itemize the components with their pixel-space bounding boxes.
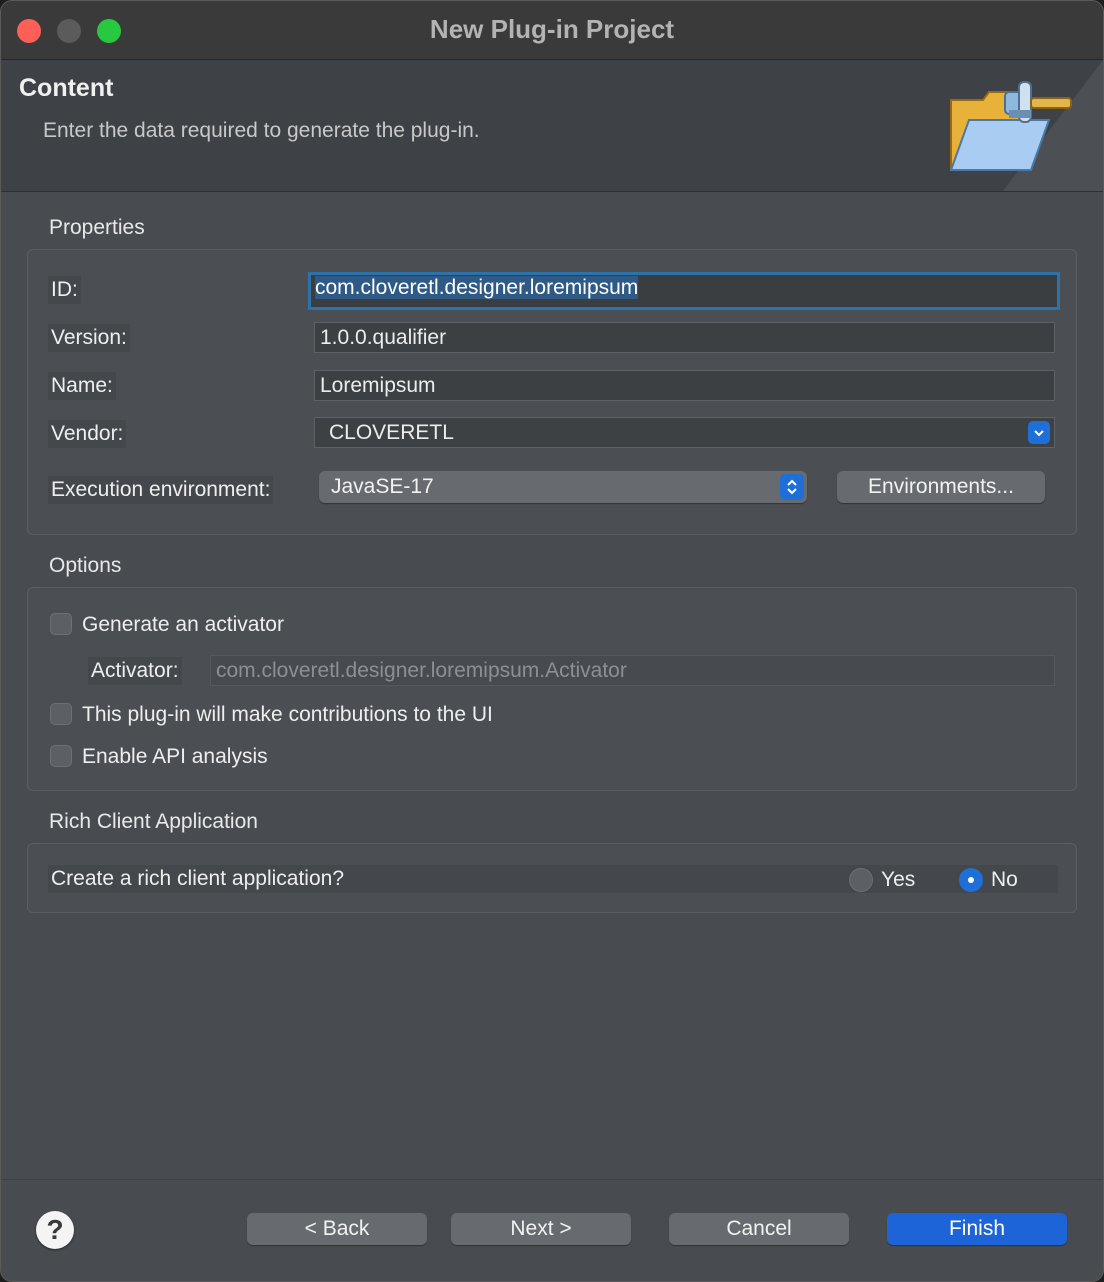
generate-activator-label[interactable]: Generate an activator xyxy=(82,613,284,637)
page-title: Content xyxy=(19,74,114,102)
rca-no-radio[interactable] xyxy=(959,868,983,892)
id-label: ID: xyxy=(48,276,81,304)
footer-divider xyxy=(1,1179,1103,1180)
activator-label: Activator: xyxy=(88,657,182,685)
execution-environment-label: Execution environment: xyxy=(48,476,274,504)
options-section-label: Options xyxy=(49,554,122,577)
name-input[interactable]: Loremipsum xyxy=(314,370,1055,401)
id-value: com.cloveretl.designer.loremipsum xyxy=(315,276,639,299)
plugin-folder-icon xyxy=(949,60,1103,191)
rca-yes-radio[interactable] xyxy=(849,868,873,892)
dialog-window: New Plug-in Project Content Enter the da… xyxy=(0,0,1104,1282)
rca-section-label: Rich Client Application xyxy=(49,810,258,833)
options-group: Generate an activator Activator: com.clo… xyxy=(27,587,1077,791)
title-bar: New Plug-in Project xyxy=(1,1,1103,60)
activator-input[interactable]: com.cloveretl.designer.loremipsum.Activa… xyxy=(210,655,1055,686)
ui-contributions-label[interactable]: This plug-in will make contributions to … xyxy=(82,703,493,727)
back-button[interactable]: < Back xyxy=(247,1213,427,1245)
api-analysis-label[interactable]: Enable API analysis xyxy=(82,745,268,769)
window-title: New Plug-in Project xyxy=(429,14,675,44)
next-button[interactable]: Next > xyxy=(451,1213,631,1245)
rca-group: Create a rich client application? Yes No xyxy=(27,843,1077,913)
execution-environment-value: JavaSE-17 xyxy=(331,475,434,498)
help-icon[interactable]: ? xyxy=(36,1211,74,1249)
properties-section-label: Properties xyxy=(49,216,145,239)
properties-group: ID: com.cloveretl.designer.loremipsum Ve… xyxy=(27,249,1077,535)
execution-environment-select[interactable]: JavaSE-17 xyxy=(319,471,807,503)
cancel-button[interactable]: Cancel xyxy=(669,1213,849,1245)
id-input[interactable]: com.cloveretl.designer.loremipsum xyxy=(308,272,1060,310)
vendor-value: CLOVERETL xyxy=(329,421,454,444)
version-label: Version: xyxy=(48,324,130,352)
chevron-down-icon[interactable] xyxy=(1028,421,1050,444)
vendor-label: Vendor: xyxy=(48,420,127,448)
page-description: Enter the data required to generate the … xyxy=(43,119,480,142)
rca-yes-label[interactable]: Yes xyxy=(881,868,915,892)
api-analysis-checkbox[interactable] xyxy=(50,745,72,767)
up-down-arrows-icon xyxy=(780,474,804,500)
finish-button[interactable]: Finish xyxy=(887,1213,1067,1245)
vendor-combo[interactable]: CLOVERETL xyxy=(314,417,1055,448)
version-input[interactable]: 1.0.0.qualifier xyxy=(314,322,1055,353)
rca-no-label[interactable]: No xyxy=(991,868,1018,892)
name-label: Name: xyxy=(48,372,116,400)
generate-activator-checkbox[interactable] xyxy=(50,613,72,635)
ui-contributions-checkbox[interactable] xyxy=(50,703,72,725)
wizard-header: Content Enter the data required to gener… xyxy=(1,60,1103,192)
environments-button[interactable]: Environments... xyxy=(837,471,1045,503)
